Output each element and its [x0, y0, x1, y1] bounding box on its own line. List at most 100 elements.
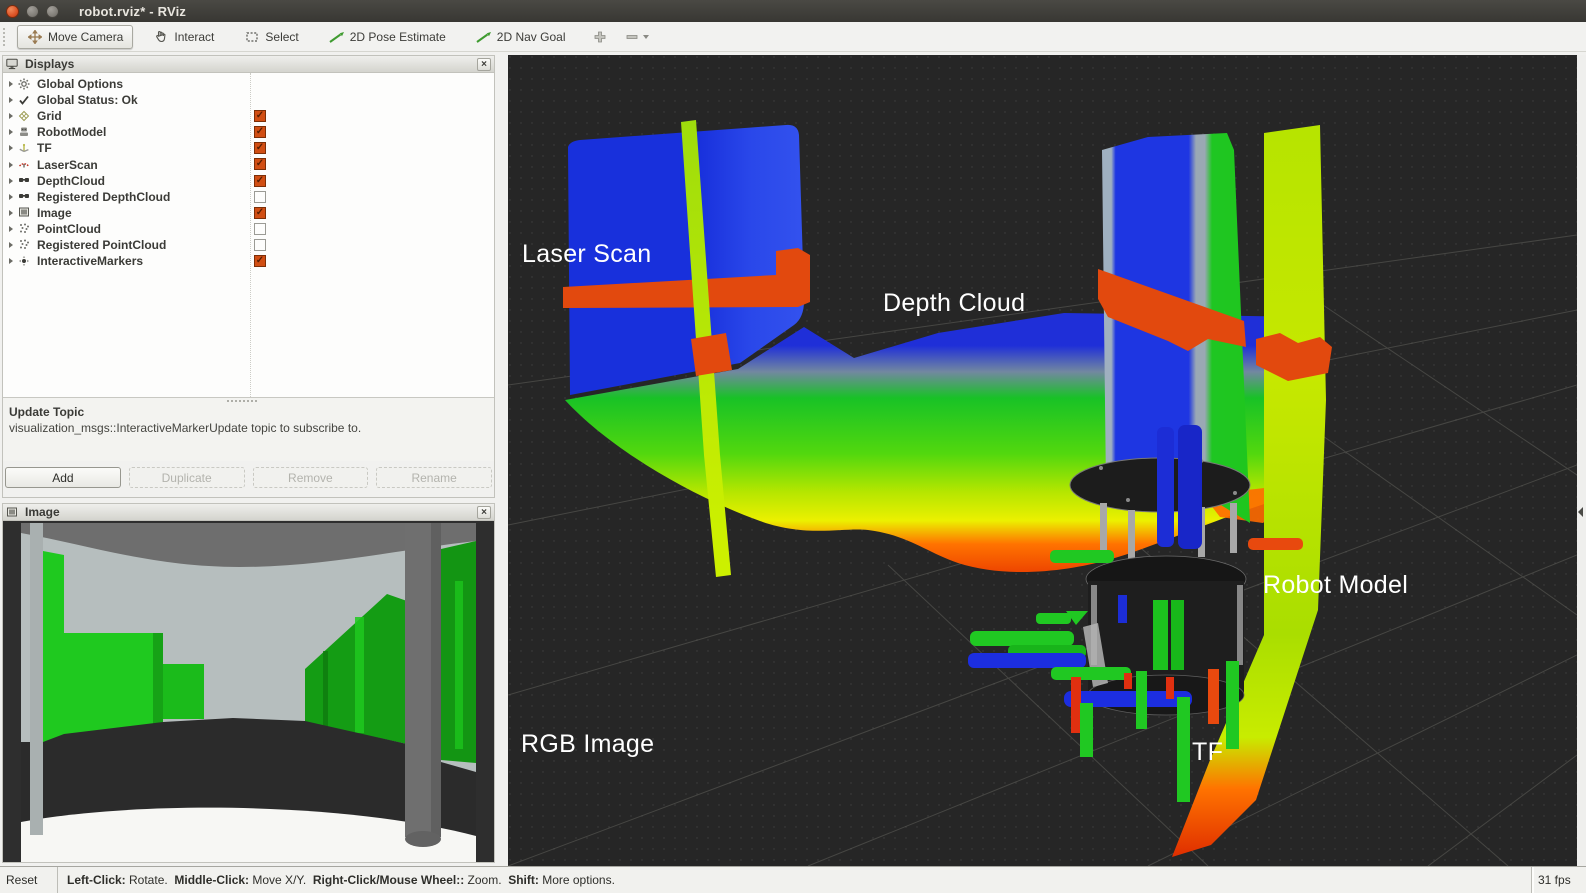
rename-button[interactable]: Rename: [376, 467, 492, 488]
enabled-checkbox[interactable]: ✓: [254, 207, 266, 219]
display-item-label: TF: [37, 141, 52, 155]
duplicate-button[interactable]: Duplicate: [129, 467, 245, 488]
toolbar: Move Camera Interact Select 2D Pose Estimat…: [0, 22, 1586, 52]
mouse-hints: Left-Click: Rotate. Middle-Click: Move X…: [58, 867, 1531, 893]
laserscan-icon: [18, 158, 31, 171]
tool-label: Select: [265, 30, 298, 44]
remove-tool-button[interactable]: [624, 30, 649, 44]
display-item-global-status-ok[interactable]: Global Status: Ok: [3, 92, 494, 108]
display-item-pointcloud[interactable]: PointCloud: [3, 221, 494, 237]
displays-panel: Displays × Global OptionsGlobal Status: …: [2, 55, 495, 498]
display-item-label: PointCloud: [37, 222, 101, 236]
display-item-label: Image: [37, 206, 72, 220]
hint-action: Rotate.: [126, 873, 175, 887]
enabled-checkbox[interactable]: ✓: [254, 126, 266, 138]
display-item-registered-depthcloud[interactable]: Registered DepthCloud: [3, 189, 494, 205]
display-item-label: Grid: [37, 109, 62, 123]
chevron-down-icon: [643, 35, 649, 39]
expand-arrow-icon[interactable]: [9, 210, 13, 216]
display-item-robotmodel[interactable]: RobotModel✓: [3, 124, 494, 140]
add-tool-icon: [592, 30, 608, 44]
add-button[interactable]: Add: [5, 467, 121, 488]
enabled-checkbox[interactable]: [254, 239, 266, 251]
gear-icon: [18, 78, 31, 91]
enabled-checkbox[interactable]: [254, 191, 266, 203]
expand-arrow-icon[interactable]: [9, 145, 13, 151]
help-description: visualization_msgs::InteractiveMarkerUpd…: [9, 421, 488, 435]
display-item-label: Registered PointCloud: [37, 238, 166, 252]
add-tool-button[interactable]: [592, 30, 608, 44]
hint-key: Middle-Click:: [174, 873, 249, 887]
window-minimize-button[interactable]: [26, 5, 39, 18]
expand-arrow-icon[interactable]: [9, 162, 13, 168]
depthcloud-icon: [18, 190, 31, 203]
interact-hand-icon: [153, 30, 169, 44]
expand-arrow-icon[interactable]: [9, 129, 13, 135]
close-icon[interactable]: ×: [477, 506, 491, 519]
expand-arrow-icon[interactable]: [9, 178, 13, 184]
collapse-arrow-icon[interactable]: [1578, 507, 1583, 517]
pose-arrow-icon: [329, 30, 345, 44]
expand-arrow-icon[interactable]: [9, 226, 13, 232]
tool-move-camera-button[interactable]: Move Camera: [17, 25, 133, 49]
expand-arrow-icon[interactable]: [9, 97, 13, 103]
expand-arrow-icon[interactable]: [9, 242, 13, 248]
expand-arrow-icon[interactable]: [9, 81, 13, 87]
right-panel-splitter[interactable]: [1577, 55, 1586, 866]
displays-panel-header[interactable]: Displays ×: [3, 56, 494, 73]
display-item-depthcloud[interactable]: DepthCloud✓: [3, 173, 494, 189]
display-item-tf[interactable]: TF ✓: [3, 140, 494, 156]
title-bar: robot.rviz* - RViz: [0, 0, 1586, 22]
displays-tree: Global OptionsGlobal Status: OkGrid✓Robo…: [3, 73, 494, 397]
tool-buttons: Move Camera Interact Select 2D Pose Estimat…: [7, 25, 576, 49]
remove-tool-icon: [624, 30, 640, 44]
hint-key: Shift:: [508, 873, 539, 887]
pointcloud-icon: [18, 222, 31, 235]
displays-panel-title: Displays: [25, 57, 74, 71]
close-icon[interactable]: ×: [477, 58, 491, 71]
enabled-checkbox[interactable]: [254, 223, 266, 235]
display-item-registered-pointcloud[interactable]: Registered PointCloud: [3, 237, 494, 253]
enabled-checkbox[interactable]: ✓: [254, 142, 266, 154]
tool-label: Interact: [174, 30, 214, 44]
display-item-grid[interactable]: Grid ✓: [3, 108, 494, 124]
check-icon: [18, 94, 31, 107]
display-item-global-options[interactable]: Global Options: [3, 76, 494, 92]
enabled-checkbox[interactable]: ✓: [254, 175, 266, 187]
tool-label: 2D Nav Goal: [497, 30, 566, 44]
display-item-label: LaserScan: [37, 158, 98, 172]
tool-label: Move Camera: [48, 30, 123, 44]
help-title: Update Topic: [9, 405, 488, 419]
window-close-button[interactable]: [6, 5, 19, 18]
display-item-label: Registered DepthCloud: [37, 190, 170, 204]
expand-arrow-icon[interactable]: [9, 113, 13, 119]
enabled-checkbox[interactable]: ✓: [254, 255, 266, 267]
tool-2d-pose-estimate-button[interactable]: 2D Pose Estimate: [319, 25, 456, 49]
hint-action: Move X/Y.: [249, 873, 313, 887]
display-item-image[interactable]: Image ✓: [3, 205, 494, 221]
tool-select-button[interactable]: Select: [234, 25, 308, 49]
remove-button[interactable]: Remove: [253, 467, 369, 488]
expand-arrow-icon[interactable]: [9, 258, 13, 264]
viewport-label-tf: TF: [1192, 738, 1223, 767]
image-panel-header[interactable]: Image ×: [3, 504, 494, 521]
enabled-checkbox[interactable]: ✓: [254, 158, 266, 170]
expand-arrow-icon[interactable]: [9, 194, 13, 200]
viewport-label-rgb-image: RGB Image: [521, 730, 654, 759]
viewport-label-robot-model: Robot Model: [1263, 571, 1408, 600]
tool-interact-button[interactable]: Interact: [143, 25, 224, 49]
enabled-checkbox[interactable]: ✓: [254, 110, 266, 122]
window-maximize-button[interactable]: [46, 5, 59, 18]
image-icon: [18, 206, 31, 219]
camera-image-view: [3, 521, 494, 862]
status-bar: Reset Left-Click: Rotate. Middle-Click: …: [0, 866, 1586, 893]
display-item-laserscan[interactable]: LaserScan ✓: [3, 156, 494, 172]
display-item-interactivemarkers[interactable]: InteractiveMarkers✓: [3, 253, 494, 269]
image-panel: Image ×: [2, 503, 495, 863]
hint-action: More options.: [539, 873, 622, 887]
reset-button[interactable]: Reset: [0, 867, 58, 893]
3d-scene[interactable]: [508, 55, 1577, 866]
move-camera-icon: [27, 30, 43, 44]
3d-viewport[interactable]: Laser Scan Depth Cloud Robot Model RGB I…: [508, 55, 1577, 866]
tool-2d-nav-goal-button[interactable]: 2D Nav Goal: [466, 25, 576, 49]
